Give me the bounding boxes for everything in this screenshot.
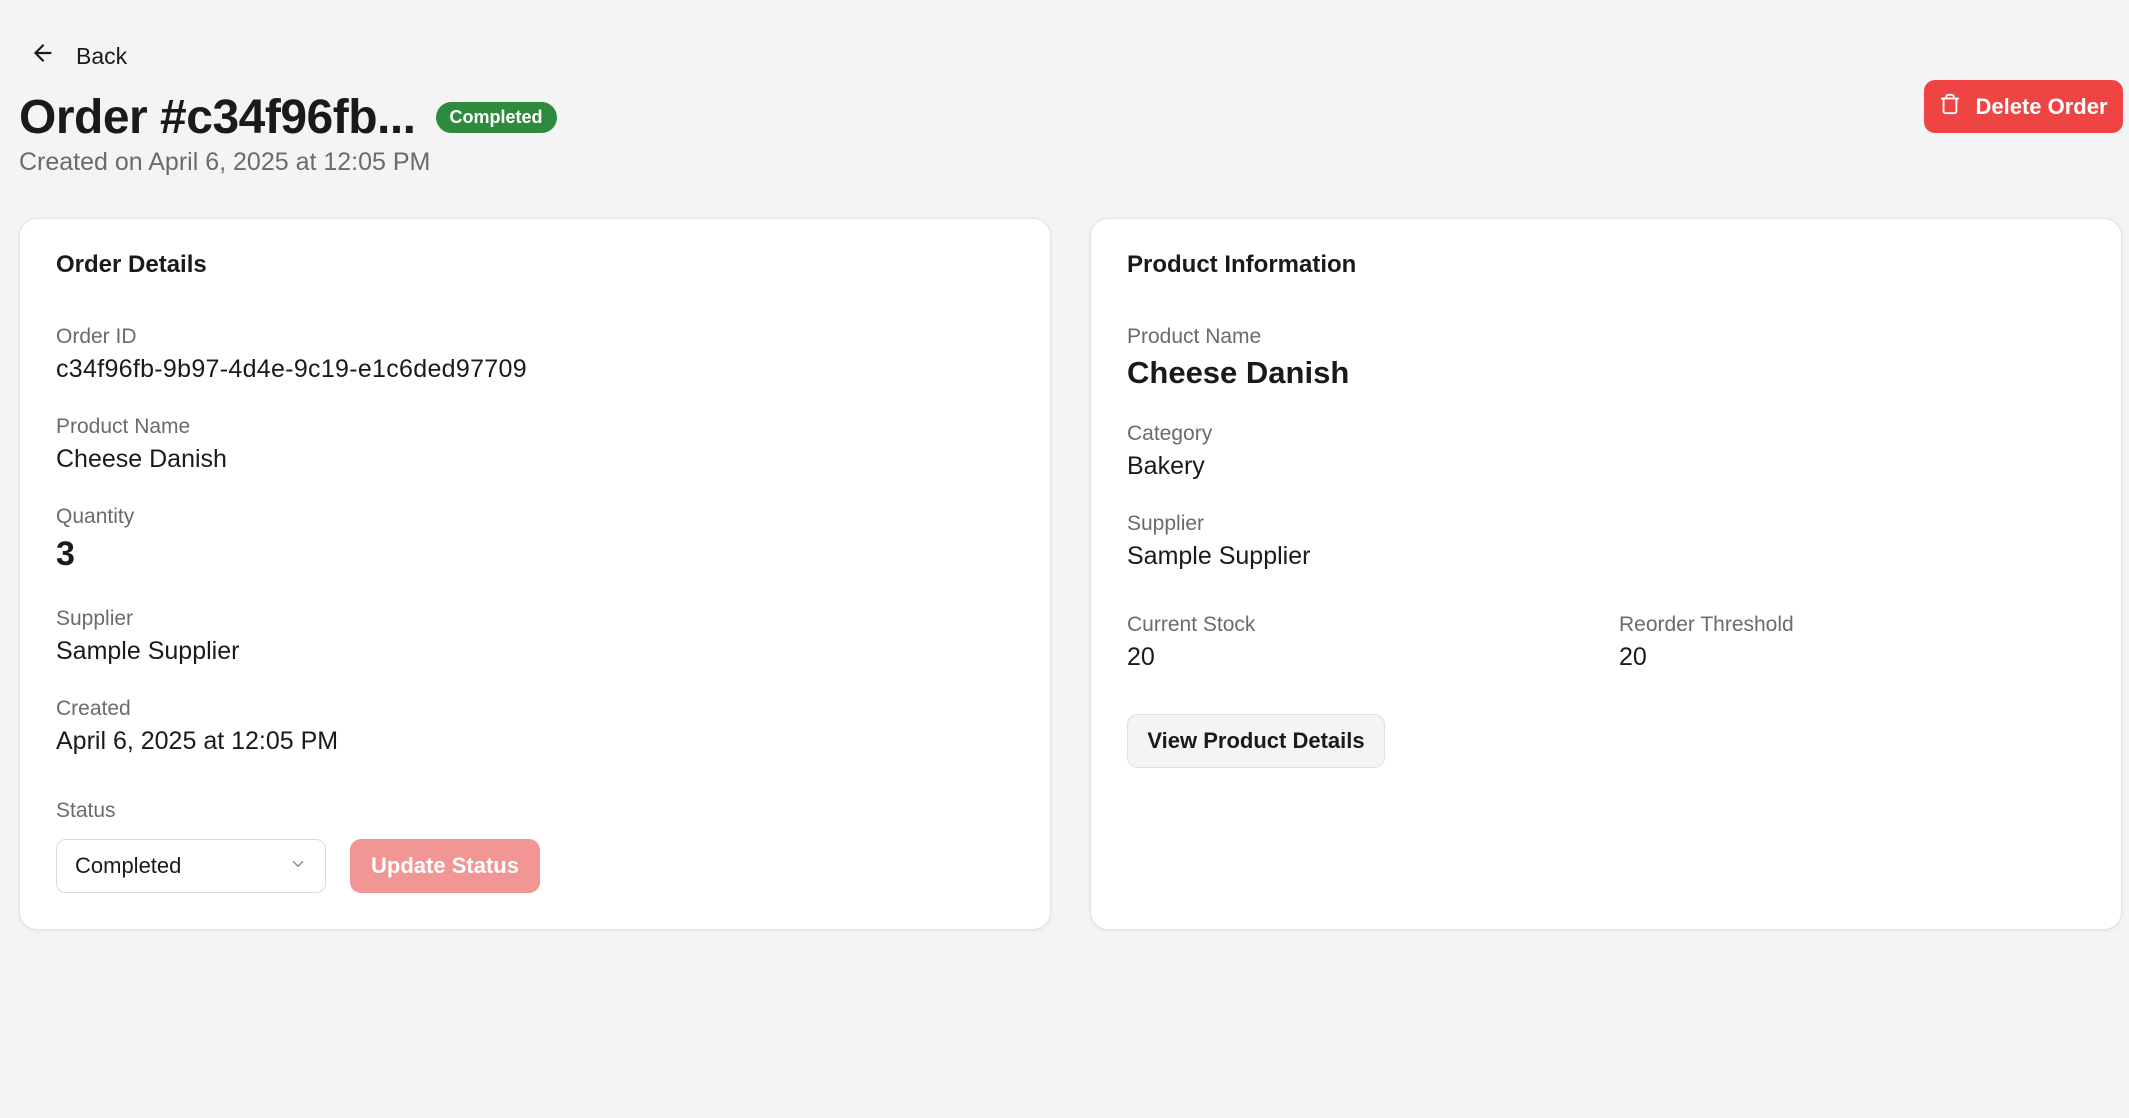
order-id-field: Order ID c34f96fb-9b97-4d4e-9c19-e1c6ded… — [56, 325, 527, 384]
status-select-value: Completed — [75, 853, 182, 878]
created-value: April 6, 2025 at 12:05 PM — [56, 727, 339, 755]
product-supplier-label: Supplier — [1127, 512, 1205, 535]
quantity-value: 3 — [56, 535, 75, 573]
delete-order-button[interactable]: Delete Order — [1924, 80, 2123, 133]
back-label: Back — [76, 42, 128, 69]
product-name-value: Cheese Danish — [56, 445, 227, 473]
supplier-value: Sample Supplier — [56, 637, 240, 665]
delete-order-label: Delete Order — [1975, 93, 2108, 119]
status-badge: Completed — [435, 102, 557, 133]
title-row: Order #c34f96fb... Completed — [19, 90, 557, 145]
status-field: Status — [56, 799, 116, 823]
product-info-name-label: Product Name — [1127, 325, 1262, 348]
order-id-value: c34f96fb-9b97-4d4e-9c19-e1c6ded97709 — [56, 355, 527, 383]
update-status-button[interactable]: Update Status — [350, 839, 540, 893]
order-details-heading: Order Details — [56, 251, 207, 278]
product-information-heading: Product Information — [1127, 251, 1357, 278]
chevron-down-icon — [289, 853, 307, 879]
category-field: Category Bakery — [1127, 422, 1212, 481]
category-value: Bakery — [1127, 452, 1205, 480]
product-info-name-value: Cheese Danish — [1127, 355, 1350, 390]
reorder-threshold-value: 20 — [1619, 643, 1647, 671]
supplier-field: Supplier Sample Supplier — [56, 607, 239, 666]
product-name-label: Product Name — [56, 415, 191, 438]
view-product-details-button[interactable]: View Product Details — [1127, 714, 1385, 768]
current-stock-label: Current Stock — [1127, 613, 1256, 636]
reorder-threshold-label: Reorder Threshold — [1619, 613, 1794, 636]
created-subtitle: Created on April 6, 2025 at 12:05 PM — [19, 148, 431, 176]
quantity-field: Quantity 3 — [56, 505, 134, 574]
reorder-threshold-field: Reorder Threshold 20 — [1619, 613, 1794, 672]
page-title: Order #c34f96fb... — [19, 91, 416, 144]
product-name-field: Product Name Cheese Danish — [56, 415, 227, 474]
order-details-card: Order Details Order ID c34f96fb-9b97-4d4… — [19, 218, 1051, 930]
status-select[interactable]: Completed — [56, 839, 326, 893]
product-information-card: Product Information Product Name Cheese … — [1090, 218, 2122, 930]
order-id-label: Order ID — [56, 325, 137, 348]
product-supplier-value: Sample Supplier — [1127, 542, 1311, 570]
status-label: Status — [56, 799, 116, 822]
back-link[interactable]: Back — [30, 40, 127, 72]
current-stock-value: 20 — [1127, 643, 1155, 671]
product-info-name-field: Product Name Cheese Danish — [1127, 325, 1349, 391]
quantity-label: Quantity — [56, 505, 135, 528]
trash-icon — [1939, 92, 1961, 122]
supplier-label: Supplier — [56, 607, 134, 630]
current-stock-field: Current Stock 20 — [1127, 613, 1255, 672]
created-field: Created April 6, 2025 at 12:05 PM — [56, 697, 338, 756]
product-supplier-field: Supplier Sample Supplier — [1127, 512, 1310, 571]
category-label: Category — [1127, 422, 1213, 445]
arrow-left-icon — [30, 40, 56, 72]
created-label: Created — [56, 697, 131, 720]
